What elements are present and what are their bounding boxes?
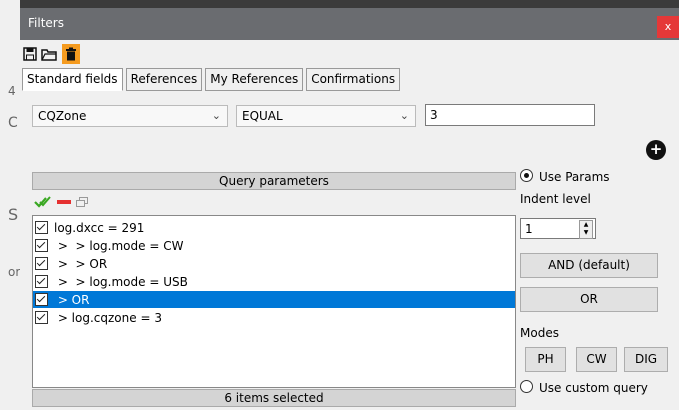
query-toolbar bbox=[34, 194, 88, 210]
window-title: Filters bbox=[28, 16, 64, 30]
delete-icon[interactable] bbox=[62, 44, 80, 64]
add-parameter-button[interactable]: + bbox=[646, 140, 666, 160]
query-parameters-header: Query parameters bbox=[32, 172, 516, 190]
filters-dialog: Filters x Standard fields References My … bbox=[20, 8, 679, 410]
use-params-radio[interactable]: Use Params bbox=[520, 169, 610, 184]
field-select[interactable]: CQZone ⌄ bbox=[32, 105, 228, 127]
tab-standard-fields[interactable]: Standard fields bbox=[22, 68, 123, 91]
chevron-down-icon: ⌄ bbox=[211, 109, 221, 122]
row-text: > > log.mode = USB bbox=[54, 274, 188, 289]
mode-dig-button[interactable]: DIG bbox=[624, 347, 668, 372]
row-text: log.dxcc = 291 bbox=[54, 220, 145, 235]
title-bar: Filters x bbox=[20, 8, 679, 40]
row-text: > log.cqzone = 3 bbox=[54, 310, 162, 325]
tab-confirmations[interactable]: Confirmations bbox=[306, 68, 401, 91]
operator-select-value: EQUAL bbox=[242, 109, 283, 123]
query-list[interactable]: log.dxcc = 291 > > log.mode = CW > > OR … bbox=[32, 215, 516, 388]
list-item[interactable]: > > log.mode = CW bbox=[33, 237, 515, 254]
and-default-button[interactable]: AND (default) bbox=[520, 253, 658, 278]
background-text: or bbox=[8, 265, 21, 279]
row-checkbox[interactable] bbox=[35, 221, 48, 234]
spinner-arrows-icon[interactable]: ▲ ▼ bbox=[579, 220, 593, 239]
operator-select[interactable]: EQUAL ⌄ bbox=[236, 105, 416, 127]
use-custom-query-radio[interactable]: Use custom query bbox=[520, 380, 648, 395]
row-checkbox[interactable] bbox=[35, 311, 48, 324]
indent-level-spinner[interactable]: 1 ▲ ▼ bbox=[520, 218, 596, 239]
indent-level-label: Indent level bbox=[520, 192, 591, 206]
chevron-down-icon: ⌄ bbox=[399, 109, 409, 122]
row-checkbox[interactable] bbox=[35, 275, 48, 288]
row-checkbox[interactable] bbox=[35, 293, 48, 306]
selection-status: 6 items selected bbox=[32, 389, 516, 407]
background-text: 4 bbox=[8, 84, 16, 98]
close-button[interactable]: x bbox=[657, 16, 679, 38]
background-text: C bbox=[8, 115, 18, 131]
list-item-selected[interactable]: > OR bbox=[33, 291, 515, 308]
windows-icon[interactable] bbox=[76, 197, 88, 207]
check-all-icon[interactable] bbox=[34, 196, 52, 208]
or-button[interactable]: OR bbox=[520, 287, 658, 312]
save-icon[interactable] bbox=[22, 44, 38, 64]
tab-my-references[interactable]: My References bbox=[205, 68, 304, 91]
list-item[interactable]: > > log.mode = USB bbox=[33, 273, 515, 290]
mode-ph-button[interactable]: PH bbox=[525, 347, 566, 372]
open-folder-icon[interactable] bbox=[40, 44, 58, 64]
radio-unselected-icon bbox=[520, 380, 533, 393]
modes-label: Modes bbox=[520, 326, 559, 340]
list-item[interactable]: log.dxcc = 291 bbox=[33, 219, 515, 236]
tab-references[interactable]: References bbox=[125, 68, 203, 91]
tab-bar: Standard fields References My References… bbox=[22, 68, 403, 91]
remove-icon[interactable] bbox=[57, 200, 71, 204]
row-text: > > log.mode = CW bbox=[54, 238, 184, 253]
value-input[interactable]: 3 bbox=[425, 104, 595, 126]
list-item[interactable]: > > OR bbox=[33, 255, 515, 272]
field-select-value: CQZone bbox=[38, 109, 87, 123]
background-text: S bbox=[8, 205, 19, 224]
row-text: > OR bbox=[54, 292, 90, 307]
radio-selected-icon bbox=[520, 169, 533, 182]
mode-cw-button[interactable]: CW bbox=[576, 347, 617, 372]
use-custom-query-label: Use custom query bbox=[539, 381, 648, 395]
row-checkbox[interactable] bbox=[35, 239, 48, 252]
indent-level-value: 1 bbox=[525, 222, 533, 236]
row-text: > > OR bbox=[54, 256, 108, 271]
row-checkbox[interactable] bbox=[35, 257, 48, 270]
list-item[interactable]: > log.cqzone = 3 bbox=[33, 309, 515, 326]
use-params-label: Use Params bbox=[539, 170, 610, 184]
